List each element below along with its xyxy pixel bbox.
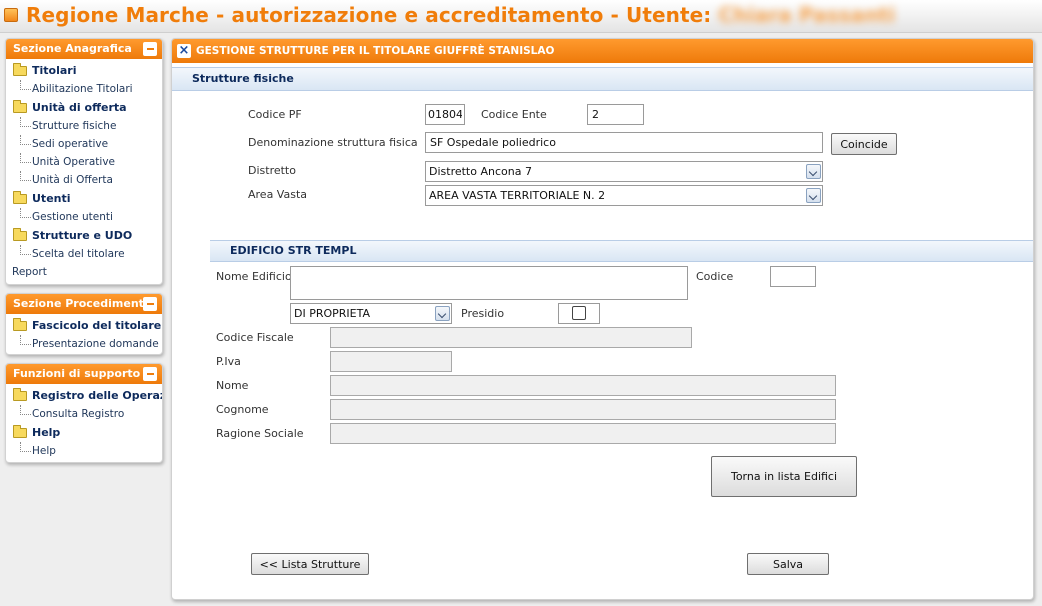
cognome-label: Cognome <box>216 403 269 416</box>
tree-group-registro-delle-operazioni[interactable]: Registro delle Operazioni <box>6 386 162 405</box>
sidebar-item-presentazione-domande[interactable]: Presentazione domande <box>6 335 162 353</box>
tree-supporto: Registro delle Operazioni Consulta Regis… <box>6 384 162 464</box>
salva-button[interactable]: Salva <box>747 553 829 575</box>
panel-header-supporto: Funzioni di supporto <box>6 364 162 384</box>
folder-icon <box>13 191 27 204</box>
denominazione-input[interactable] <box>425 132 823 153</box>
distretto-label: Distretto <box>248 164 296 177</box>
tree-group-unita-di-offerta[interactable]: Unità di offerta <box>6 98 162 117</box>
chevron-down-icon[interactable] <box>435 306 450 321</box>
close-icon[interactable]: × <box>177 44 191 58</box>
panel-header-procedimenti: Sezione Procedimenti <box>6 294 162 314</box>
proprieta-select[interactable]: DI PROPRIETA <box>290 303 452 324</box>
nome-edificio-label: Nome Edificio <box>216 270 292 283</box>
sidebar-item-sedi-operative[interactable]: Sedi operative <box>6 135 162 153</box>
presidio-checkbox-wrapper <box>558 303 600 324</box>
sidebar-item-help[interactable]: Help <box>6 442 162 460</box>
collapse-icon[interactable] <box>143 297 157 311</box>
tree-group-help[interactable]: Help <box>6 423 162 442</box>
folder-icon <box>13 425 27 438</box>
codice-ente-label: Codice Ente <box>481 108 547 121</box>
collapse-icon[interactable] <box>143 367 157 381</box>
codice-label: Codice <box>696 270 734 283</box>
main-panel-header: × GESTIONE STRUTTURE PER IL TITOLARE GIU… <box>172 39 1033 63</box>
codice-fiscale-input[interactable] <box>330 327 692 348</box>
ragione-sociale-label: Ragione Sociale <box>216 427 304 440</box>
app-title: Regione Marche - autorizzazione e accred… <box>26 3 896 27</box>
lista-strutture-button[interactable]: << Lista Strutture <box>251 553 369 575</box>
collapse-icon[interactable] <box>143 42 157 56</box>
chevron-down-icon[interactable] <box>806 164 821 179</box>
user-name: Chiara Passanti <box>718 3 896 27</box>
distretto-select[interactable]: Distretto Ancona 7 <box>425 161 823 182</box>
panel-funzioni-di-supporto: Funzioni di supporto Registro delle Oper… <box>5 363 163 463</box>
folder-icon <box>13 63 27 76</box>
nome-input[interactable] <box>330 375 836 396</box>
tree-group-utenti[interactable]: Utenti <box>6 189 162 208</box>
codice-ente-input[interactable] <box>587 104 644 125</box>
sidebar-item-unita-operative[interactable]: Unità Operative <box>6 153 162 171</box>
folder-icon <box>13 318 27 331</box>
folder-icon <box>13 228 27 241</box>
codice-fiscale-label: Codice Fiscale <box>216 331 294 344</box>
sidebar-item-abilitazione-titolari[interactable]: Abilitazione Titolari <box>6 80 162 98</box>
codice-pf-input[interactable] <box>425 104 465 125</box>
main-panel: × GESTIONE STRUTTURE PER IL TITOLARE GIU… <box>171 38 1034 600</box>
piva-label: P.Iva <box>216 355 241 368</box>
section-edificio: EDIFICIO STR TEMPL <box>210 240 1033 262</box>
nome-label: Nome <box>216 379 249 392</box>
sidebar-item-consulta-registro[interactable]: Consulta Registro <box>6 405 162 423</box>
tree-group-fascicolo-del-titolare[interactable]: Fascicolo del titolare <box>6 316 162 335</box>
torna-in-lista-edifici-button[interactable]: Torna in lista Edifici <box>711 456 857 497</box>
tree-group-strutture-e-udo[interactable]: Strutture e UDO <box>6 226 162 245</box>
tree-anagrafica: Titolari Abilitazione Titolari Unità di … <box>6 59 162 285</box>
presidio-label: Presidio <box>461 307 505 320</box>
piva-input[interactable] <box>330 351 452 372</box>
ragione-sociale-input[interactable] <box>330 423 836 444</box>
sidebar-item-unita-di-offerta[interactable]: Unità di Offerta <box>6 171 162 189</box>
cognome-input[interactable] <box>330 399 836 420</box>
app-header: Regione Marche - autorizzazione e accred… <box>0 0 1042 33</box>
folder-icon <box>13 100 27 113</box>
folder-icon <box>13 388 27 401</box>
panel-sezione-procedimenti: Sezione Procedimenti Fascicolo del titol… <box>5 293 163 355</box>
denominazione-label: Denominazione struttura fisica <box>248 136 418 149</box>
section-strutture-fisiche: Strutture fisiche <box>172 67 1033 91</box>
panel-header-anagrafica: Sezione Anagrafica <box>6 39 162 59</box>
presidio-checkbox[interactable] <box>572 306 586 320</box>
sidebar-item-strutture-fisiche[interactable]: Strutture fisiche <box>6 117 162 135</box>
tree-procedimenti: Fascicolo del titolare Presentazione dom… <box>6 314 162 357</box>
tree-group-titolari[interactable]: Titolari <box>6 61 162 80</box>
sidebar-item-scelta-del-titolare[interactable]: Scelta del titolare <box>6 245 162 263</box>
codice-pf-label: Codice PF <box>248 108 302 121</box>
nome-edificio-input[interactable] <box>290 266 688 300</box>
area-vasta-label: Area Vasta <box>248 188 308 201</box>
sidebar-item-gestione-utenti[interactable]: Gestione utenti <box>6 208 162 226</box>
chevron-down-icon[interactable] <box>806 188 821 203</box>
main-panel-title: GESTIONE STRUTTURE PER IL TITOLARE GIUFF… <box>196 45 555 57</box>
coincide-button[interactable]: Coincide <box>831 133 897 155</box>
app-logo-icon <box>4 8 18 22</box>
sidebar-item-report[interactable]: Report <box>6 263 162 281</box>
codice-input[interactable] <box>770 266 816 287</box>
area-vasta-select[interactable]: AREA VASTA TERRITORIALE N. 2 <box>425 185 823 206</box>
panel-sezione-anagrafica: Sezione Anagrafica Titolari Abilitazione… <box>5 38 163 285</box>
